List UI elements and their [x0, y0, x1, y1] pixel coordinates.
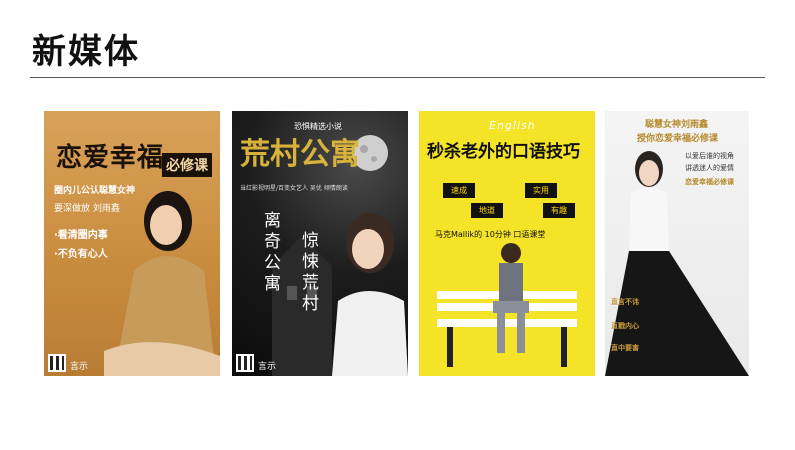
title-divider — [30, 77, 765, 78]
poster-3-english: English — [489, 119, 536, 132]
poster-3-title: 秒杀老外的口语技巧 — [427, 142, 580, 162]
poster-1-line-3: ·看清圈内事 — [54, 230, 108, 241]
poster-1-line-4: ·不负有心人 — [54, 249, 108, 260]
page-title: 新媒体 — [32, 32, 140, 72]
poster-english-tips[interactable]: English 秒杀老外的口语技巧 速成 实用 地道 有趣 马克Mallik的 … — [419, 111, 595, 376]
poster-1-logo: 言示 — [70, 362, 89, 372]
poster-1-badge: 必修课 — [162, 153, 212, 177]
man-on-bench-illustration — [437, 243, 577, 367]
woman-photo — [104, 191, 220, 376]
poster-1-title: 恋爱幸福 — [56, 143, 165, 173]
tag-4: 有趣 — [543, 203, 575, 218]
tag-2: 实用 — [525, 183, 557, 198]
poster-haunted-apartment[interactable]: 恐惧精选小说 荒村公寓 当红影视明星/百变女艺人 吴优 倾情朗读 离奇公寓 惊悚… — [232, 111, 408, 376]
poster-2-title: 荒村公寓 — [240, 137, 360, 172]
poster-2-vertical-text-1: 离奇公寓 — [260, 211, 280, 295]
poster-2-subtitle: 当红影视明星/百变女艺人 吴优 倾情朗读 — [240, 185, 348, 192]
woman-in-gown-photo — [605, 151, 749, 376]
tag-1: 速成 — [443, 183, 475, 198]
actress-photo — [332, 213, 408, 376]
poster-2-qr-code — [236, 354, 254, 372]
poster-1-qr-code — [48, 354, 66, 372]
poster-3-line: 马克Mallik的 10分钟 口语课堂 — [435, 230, 546, 239]
poster-goddess-course[interactable]: 聪慧女神刘雨鑫 授你恋爱幸福必修课 以爱后谁的视角 讲透迷人的爱情 恋爱幸福必修… — [605, 111, 749, 376]
poster-4-section-1: 直言不讳 — [611, 298, 639, 306]
poster-love-course[interactable]: 恋爱幸福 必修课 圈内儿公认聪慧女神 要深做放 刘雨鑫 ·看清圈内事 ·不负有心… — [44, 111, 220, 376]
poster-2-vertical-text-2: 惊悚荒村 — [298, 231, 318, 315]
poster-4-section-2: 直戳内心 — [611, 322, 639, 330]
poster-4-title-line-1: 聪慧女神刘雨鑫 — [645, 120, 709, 130]
tag-3: 地道 — [471, 203, 503, 218]
poster-4-section-3: 直中要害 — [611, 344, 639, 352]
poster-2-logo: 言示 — [258, 362, 277, 372]
